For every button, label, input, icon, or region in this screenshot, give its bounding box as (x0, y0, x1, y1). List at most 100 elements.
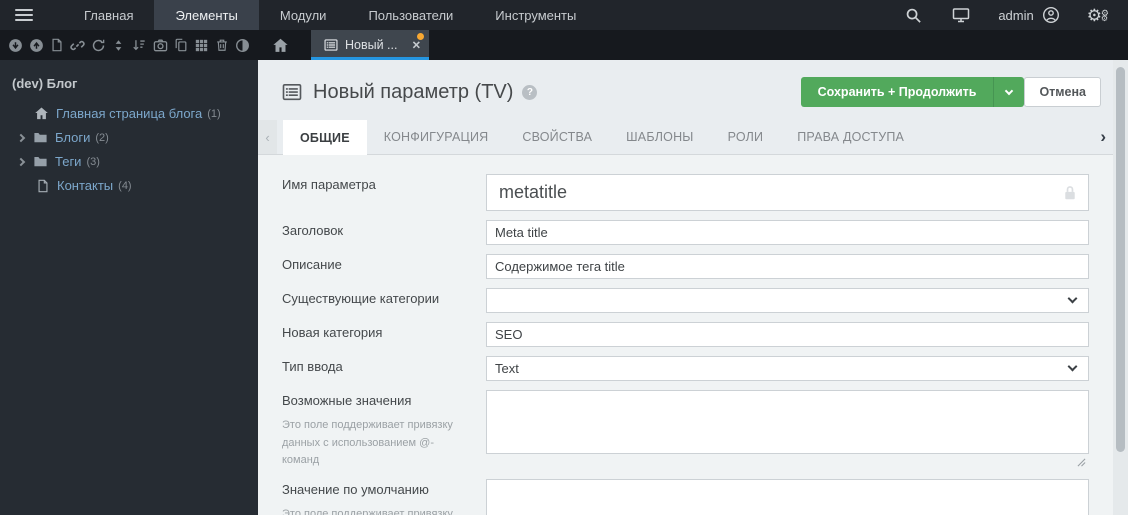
tab-configuration[interactable]: КОНФИГУРАЦИЯ (367, 120, 506, 154)
form-row: Значение по умолчанию Это поле поддержив… (282, 478, 1089, 515)
cancel-button[interactable]: Отмена (1024, 77, 1101, 107)
tree-item-label: Блоги (55, 130, 91, 145)
form-row: Новая категория (282, 322, 1089, 347)
sidebar-item-blogs[interactable]: Блоги (2) (12, 130, 246, 145)
page-title: Новый параметр (TV) (313, 80, 514, 103)
header-actions: Сохранить + Продолжить Отмена (800, 77, 1101, 107)
resize-handle-icon[interactable] (1077, 458, 1086, 467)
tv-caption-input[interactable] (486, 220, 1089, 245)
tab-roles[interactable]: РОЛИ (711, 120, 781, 154)
page-header: Новый параметр (TV) ? Сохранить + Продол… (258, 60, 1113, 118)
form-row: Тип ввода Text (282, 356, 1089, 381)
folder-icon (33, 130, 48, 145)
help-icon[interactable]: ? (522, 84, 538, 100)
vertical-scrollbar[interactable] (1113, 60, 1128, 515)
form-row: Заголовок (282, 220, 1089, 245)
tab-properties[interactable]: СВОЙСТВА (505, 120, 609, 154)
nav-item-tools[interactable]: Инструменты (474, 0, 597, 30)
unsaved-changes-dot (417, 33, 425, 40)
form-row: Возможные значения Это поле поддерживает… (282, 390, 1089, 470)
document-tab[interactable]: Новый ... × (311, 30, 430, 60)
sidebar-item-tags[interactable]: Теги (3) (12, 154, 246, 169)
tree-toolbar-strip: Новый ... × (0, 30, 1128, 60)
main-menu: Главная Элементы Модули Пользователи Инс… (63, 0, 597, 30)
possible-values-textarea[interactable] (486, 390, 1089, 454)
tv-list-alt-icon (282, 82, 302, 102)
camera-icon[interactable] (150, 38, 171, 53)
preview-monitor-icon[interactable] (937, 6, 985, 24)
new-document-icon[interactable] (46, 38, 67, 52)
tabs-scroll-right-icon[interactable]: › (1100, 120, 1106, 154)
menu-toggle-icon[interactable] (15, 0, 33, 30)
resource-id: (1) (207, 107, 221, 120)
nav-item-modules[interactable]: Модули (259, 0, 348, 30)
tree-toolbar (0, 30, 258, 60)
tab-templates[interactable]: ШАБЛОНЫ (609, 120, 710, 154)
username-label: admin (998, 7, 1034, 23)
sidebar-item-contacts[interactable]: Контакты (4) (12, 178, 246, 193)
nav-item-elements[interactable]: Элементы (154, 0, 259, 30)
home-icon (34, 106, 49, 121)
tv-form: Имя параметра Заголовок Описание (258, 155, 1113, 515)
user-menu[interactable]: admin (985, 6, 1072, 24)
trash-icon[interactable] (212, 38, 233, 52)
field-label: Существующие категории (282, 291, 440, 306)
field-label: Описание (282, 257, 342, 272)
home-tab-icon[interactable] (258, 30, 303, 60)
chevron-down-icon (1067, 361, 1078, 372)
default-value-textarea[interactable] (486, 478, 1089, 515)
chevron-right-icon[interactable] (16, 133, 26, 142)
tabs-scroll-left-icon[interactable]: ‹ (258, 120, 277, 154)
tv-name-input[interactable] (486, 174, 1089, 211)
arrow-circle-down-icon[interactable] (5, 38, 26, 53)
chevron-down-icon (1067, 293, 1078, 304)
settings-gears-icon[interactable]: ⚙ ⚙ ⚙ (1073, 7, 1118, 24)
link-icon[interactable] (67, 38, 88, 53)
field-help-text: Это поле поддерживает привязку данных с … (282, 419, 453, 467)
chevron-right-icon[interactable] (16, 157, 26, 166)
refresh-icon[interactable] (88, 38, 109, 53)
input-type-select[interactable]: Text (486, 356, 1089, 381)
sort-amount-icon[interactable] (129, 38, 150, 52)
tree-item-label: Главная страница блога (56, 106, 203, 121)
resource-id: (4) (118, 179, 132, 192)
lock-icon (1061, 184, 1079, 202)
tab-access-rights[interactable]: ПРАВА ДОСТУПА (780, 120, 921, 154)
form-tabs: ‹ ОБЩИЕ КОНФИГУРАЦИЯ СВОЙСТВА ШАБЛОНЫ РО… (258, 120, 1113, 155)
caret-down-icon (1005, 86, 1014, 95)
top-navbar: Главная Элементы Модули Пользователи Инс… (0, 0, 1128, 30)
user-avatar-icon (1042, 6, 1060, 24)
resource-id: (2) (95, 131, 109, 144)
save-options-dropdown-button[interactable] (993, 77, 1025, 107)
select-value: Text (495, 361, 519, 376)
grid-icon[interactable] (191, 39, 212, 52)
navbar-right: admin ⚙ ⚙ ⚙ (890, 0, 1128, 30)
field-label: Значение по умолчанию (282, 481, 429, 497)
field-help-text: Это поле поддерживает привязку данных с … (282, 507, 453, 515)
field-label: Новая категория (282, 325, 383, 340)
tree-item-label: Теги (55, 154, 82, 169)
field-label: Заголовок (282, 223, 344, 238)
sidebar-item-blog-home[interactable]: Главная страница блога (1) (12, 106, 246, 121)
nav-item-dashboard[interactable]: Главная (63, 0, 154, 30)
arrow-circle-up-icon[interactable] (26, 38, 47, 53)
duplicate-icon[interactable] (170, 38, 191, 52)
sort-icon[interactable] (108, 39, 129, 52)
contrast-icon[interactable] (232, 38, 253, 53)
tv-description-input[interactable] (486, 254, 1089, 279)
field-label: Имя параметра (282, 177, 376, 192)
field-label: Возможные значения (282, 393, 412, 408)
folder-icon (33, 154, 48, 169)
form-row: Существующие категории (282, 288, 1089, 313)
search-icon[interactable] (890, 7, 937, 24)
save-continue-button[interactable]: Сохранить + Продолжить (800, 77, 994, 107)
tab-general[interactable]: ОБЩИЕ (283, 120, 367, 155)
existing-category-select[interactable] (486, 288, 1089, 313)
resource-tree: (dev) Блог Главная страница блога (1) Бл… (0, 60, 258, 515)
list-alt-icon (324, 38, 338, 52)
form-row: Имя параметра (282, 174, 1089, 211)
file-icon (36, 179, 50, 193)
nav-item-users[interactable]: Пользователи (347, 0, 474, 30)
new-category-input[interactable] (486, 322, 1089, 347)
scrollbar-thumb[interactable] (1116, 67, 1125, 452)
